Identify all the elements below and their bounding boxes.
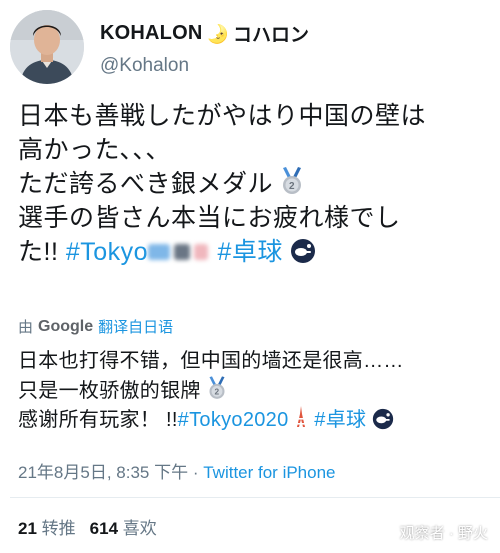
tweet-line: 高かった､､､ [18,136,160,164]
tweet-meta: 21年8月5日, 8:35 下午 · Twitter for iPhone [18,458,336,483]
timestamp[interactable]: 21年8月5日, 8:35 下午 [18,463,188,482]
display-name-katakana[interactable]: コハロン [233,20,309,47]
ping-pong-icon [373,408,394,430]
source-link[interactable]: Twitter for iPhone [203,463,335,482]
avatar[interactable] [10,10,84,84]
retweets-count: 21 [18,519,37,538]
translated-line-text: 感谢所有玩家！ !! [18,409,178,431]
author-name-row[interactable]: KOHALON 🌛 コハロン [100,20,309,47]
svg-text:2: 2 [214,387,219,397]
hashtag-tokyo2020-link[interactable]: #Tokyo2020 [178,409,289,431]
tokyo-tower-icon [297,406,306,427]
tweet-line: た!! #Tokyo #卓球 [18,235,493,269]
likes-count: 614 [89,519,119,538]
avatar-photo [10,10,84,84]
display-name[interactable]: KOHALON [100,22,203,45]
translated-line: 日本也打得不错，但中国的墙还是很高…… [18,350,404,372]
tweet-line-text: ただ誇るべき銀メダル [18,170,274,198]
watermark: 观察者 · 野火 [399,525,488,542]
tweet-line: ただ誇るべき銀メダル 2 [18,167,493,201]
google-logo: Google [38,317,94,335]
silver-medal-icon: 2 [283,167,302,194]
tweet-text: 日本も善戦したがやはり中国の壁は 高かった､､､ ただ誇るべき銀メダル 2 選手… [18,99,493,269]
divider [10,497,500,498]
hashtag-tokyo-text[interactable]: #Tokyo [66,238,148,266]
engagement-stats: 21 转推 614 喜欢 [18,514,157,539]
translated-line-text: 只是一枚骄傲的银牌 [18,380,201,402]
hashtag-pingpong-link[interactable]: #卓球 [314,409,366,431]
translation-attribution: 由 Google 翻译自日语 [18,316,173,337]
user-handle[interactable]: @Kohalon [100,55,189,77]
translated-line: 只是一枚骄傲的银牌 2 [18,376,488,406]
translation-by-label: 由 [18,319,34,336]
retweets-label: 转推 [41,519,76,538]
tweet-line-text: た!! [18,238,66,266]
retweets-stat[interactable]: 21 转推 [18,514,76,539]
silver-medal-icon: 2 [209,376,225,399]
hashtag-pingpong-link[interactable]: #卓球 [218,238,283,266]
ping-pong-icon [291,239,316,263]
translated-text: 日本也打得不错，但中国的墙还是很高…… 只是一枚骄傲的银牌 2 感谢所有玩家！ … [18,347,488,435]
svg-text:2: 2 [289,181,295,192]
hashtag-tokyo-link[interactable]: #Tokyo [66,238,210,266]
crescent-moon-icon: 🌛 [206,23,229,44]
tweet-line: 選手の皆さん本当にお疲れ様でし [18,204,401,232]
meta-separator: · [192,463,199,482]
likes-stat[interactable]: 614 喜欢 [90,514,157,539]
tweet-line: 日本も善戦したがやはり中国の壁は [18,102,427,130]
translated-line: 感谢所有玩家！ !!#Tokyo2020 #卓球 [18,406,488,435]
likes-label: 喜欢 [122,519,157,538]
translated-from-link[interactable]: 翻译自日语 [98,316,173,337]
blurred-region [148,240,210,264]
